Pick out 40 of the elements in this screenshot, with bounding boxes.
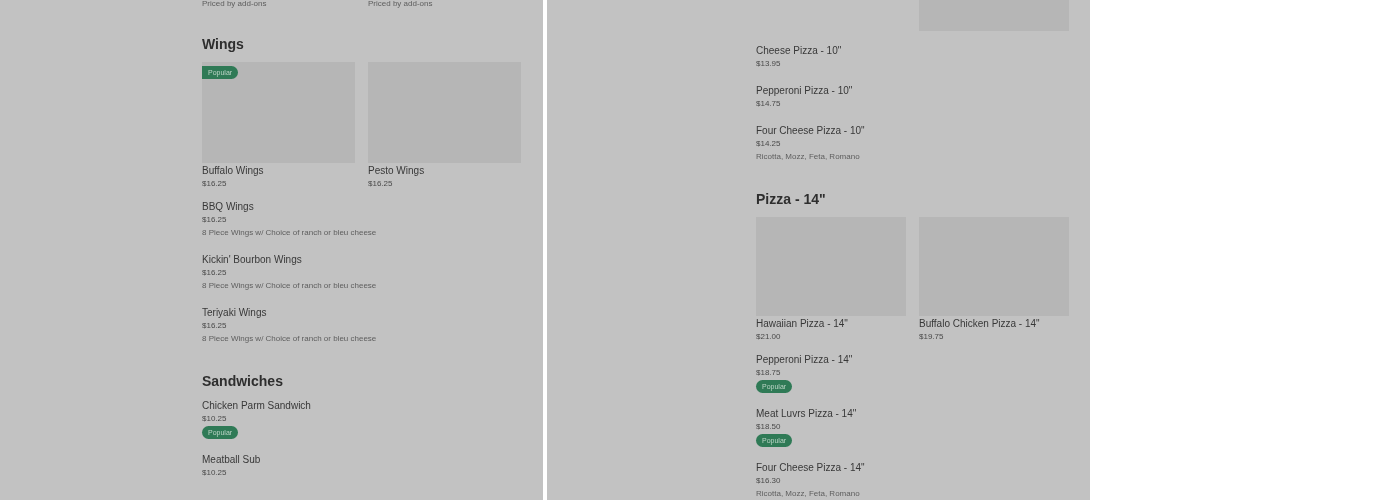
item-description: Ricotta, Mozz, Feta, Romano [756, 488, 860, 500]
item-name[interactable]: Teriyaki Wings [202, 306, 267, 319]
item-name[interactable]: Pepperoni Pizza - 10" [756, 84, 853, 97]
item-description: 8 Piece Wings w/ Choice of ranch or bleu cheese [202, 280, 377, 292]
item-price: $14.25 [756, 138, 781, 150]
item-price: $21.00 [756, 331, 781, 343]
item-description: Ricotta, Mozz, Feta, Romano [756, 151, 860, 163]
item-price: $16.25 [202, 267, 227, 279]
item-description: Priced by add-ons [202, 0, 267, 10]
section-heading: Wings [202, 35, 245, 53]
item-description: Priced by add-ons [368, 0, 433, 10]
item-description: 8 Piece Wings w/ Choice of ranch or bleu cheese [202, 227, 377, 239]
item-price: $10.25 [202, 413, 227, 425]
section-heading: Pizza - 14" [756, 190, 827, 208]
item-price: $18.50 [756, 421, 781, 433]
item-price: $19.75 [919, 331, 944, 343]
item-name[interactable]: Pesto Wings [368, 164, 425, 177]
item-name[interactable]: Cheese Pizza - 10" [756, 44, 842, 57]
item-name[interactable]: BBQ Wings [202, 200, 254, 213]
item-description: 8 Piece Wings w/ Choice of ranch or bleu cheese [202, 333, 377, 345]
item-price: $18.75 [756, 367, 781, 379]
item-price: $16.30 [756, 475, 781, 487]
item-price: $16.25 [368, 178, 393, 190]
item-price: $16.25 [202, 214, 227, 226]
item-name[interactable]: Buffalo Chicken Pizza - 14" [919, 317, 1040, 330]
item-price: $16.25 [202, 178, 227, 190]
item-price: $10.25 [202, 467, 227, 479]
item-name[interactable]: Four Cheese Pizza - 10" [756, 124, 865, 137]
item-price: $13.95 [756, 58, 781, 70]
item-price: $14.75 [756, 98, 781, 110]
item-name[interactable]: Pepperoni Pizza - 14" [756, 353, 853, 366]
item-price: $16.25 [202, 320, 227, 332]
item-name[interactable]: Meatball Sub [202, 453, 261, 466]
item-name[interactable]: Chicken Parm Sandwich [202, 399, 311, 412]
item-name[interactable]: Kickin' Bourbon Wings [202, 253, 302, 266]
section-heading: Sandwiches [202, 372, 284, 390]
item-name[interactable]: Meat Luvrs Pizza - 14" [756, 407, 857, 420]
item-name[interactable]: Hawaiian Pizza - 14" [756, 317, 848, 330]
item-name[interactable]: Four Cheese Pizza - 14" [756, 461, 865, 474]
item-name[interactable]: Buffalo Wings [202, 164, 264, 177]
